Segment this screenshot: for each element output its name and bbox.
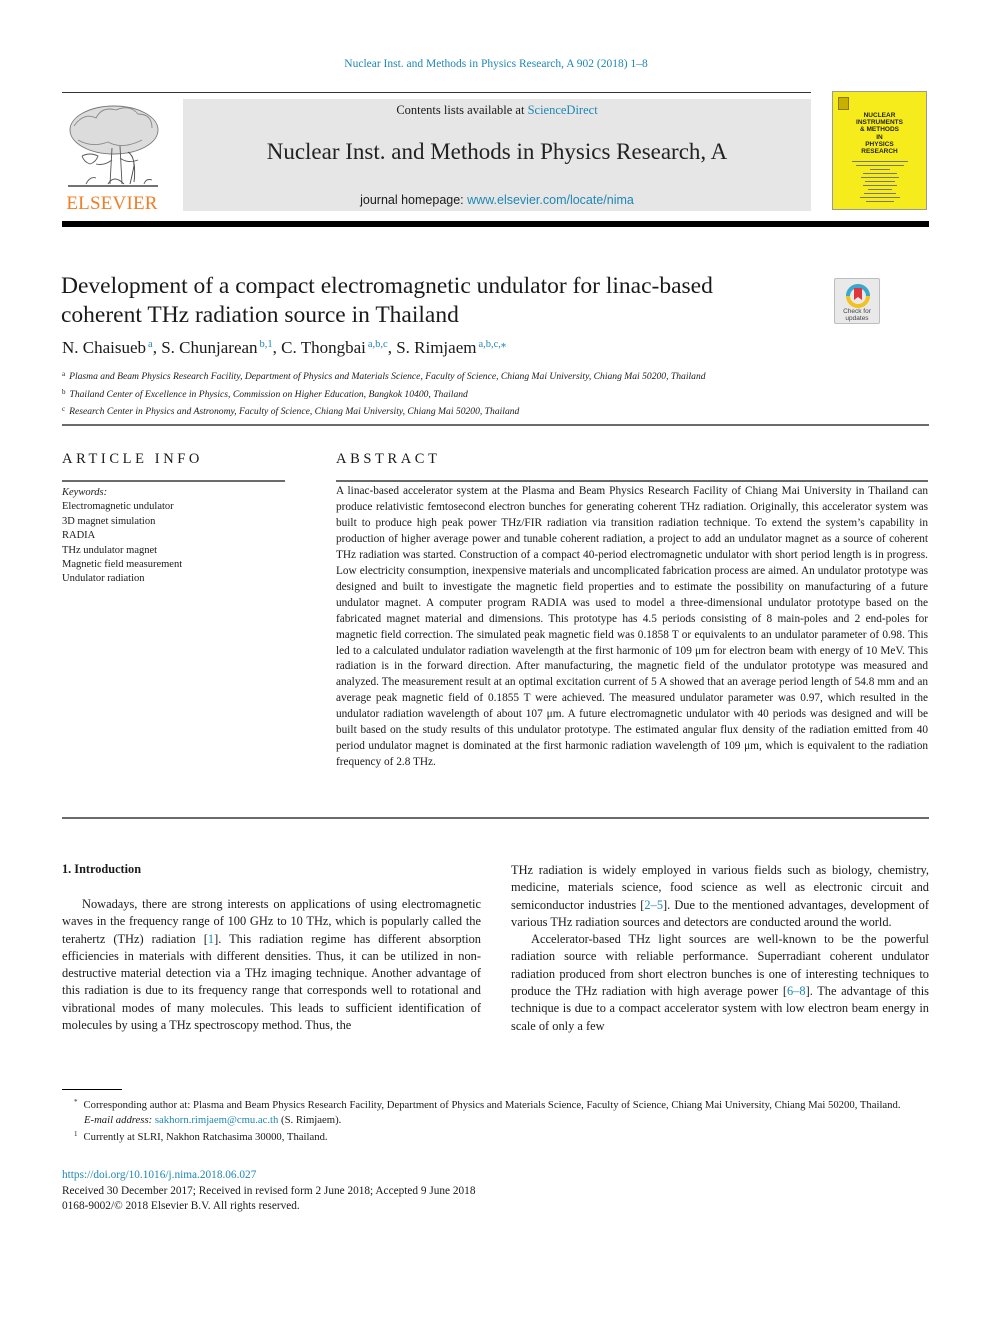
section-divider [62, 817, 929, 819]
cover-publisher-icon [838, 97, 849, 110]
email-note: E-mail address: sakhorn.rimjaem@cmu.ac.t… [62, 1113, 929, 1128]
contents-availability: Contents lists available at ScienceDirec… [183, 103, 811, 118]
cover-title: NUCLEAR INSTRUMENTS & METHODS IN PHYSICS… [833, 112, 926, 155]
abstract-text: A linac-based accelerator system at the … [336, 485, 928, 769]
cover-title-line: INSTRUMENTS [856, 119, 903, 127]
keyword-item: THz undulator magnet [62, 544, 158, 556]
copyright-notice: 0168-9002/© 2018 Elsevier B.V. All right… [62, 1200, 300, 1213]
check-for-updates-line: updates [845, 315, 869, 322]
keyword-item: Undulator radiation [62, 573, 145, 585]
keywords-list: Keywords: Electromagnetic undulator 3D m… [62, 486, 182, 587]
footnote-1: 1 Currently at SLRI, Nakhon Ratchasima 30… [62, 1127, 929, 1145]
citation-link[interactable]: 2–5 [644, 898, 663, 912]
check-for-updates-label: Check for updates [835, 308, 879, 322]
affiliation-item: a Plasma and Beam Physics Research Facili… [62, 367, 706, 385]
masthead-top-rule [62, 92, 811, 93]
author-separator: , [272, 338, 282, 357]
body-column-right: THz radiation is widely employed in vari… [511, 862, 929, 1035]
email-link[interactable]: sakhorn.rimjaem@cmu.ac.th [155, 1114, 279, 1126]
corresponding-author-note: * Corresponding author at: Plasma and Bea… [62, 1095, 929, 1113]
affiliation-text: Research Center in Physics and Astronomy… [69, 406, 520, 417]
author-affiliation-ref[interactable]: a,b,c,⁎ [478, 339, 506, 350]
doi-link[interactable]: https://doi.org/10.1016/j.nima.2018.06.0… [62, 1169, 256, 1181]
affiliation-key: a [62, 370, 66, 378]
footnote-mark: * [74, 1098, 78, 1106]
author-separator: , [152, 338, 162, 357]
citation-link[interactable]: 6–8 [787, 984, 806, 998]
affiliation-item: b Thailand Center of Excellence in Physic… [62, 385, 706, 403]
email-label: E-mail address: [84, 1113, 155, 1126]
cover-text-lines [851, 158, 909, 205]
section-heading-introduction: 1. Introduction [62, 862, 142, 876]
affiliation-text: Thailand Center of Excellence in Physics… [69, 388, 468, 400]
homepage-link[interactable]: www.elsevier.com/locate/nima [467, 193, 634, 207]
affiliation-item: c Research Center in Physics and Astronom… [62, 402, 706, 420]
body-paragraph: Accelerator-based THz light sources are … [511, 931, 929, 1035]
masthead-bottom-rule [62, 221, 929, 227]
cover-title-line: & METHODS [860, 126, 899, 134]
sciencedirect-link[interactable]: ScienceDirect [528, 103, 598, 117]
body-paragraph: THz radiation is widely employed in vari… [511, 862, 929, 931]
author-affiliation-ref[interactable]: b,1 [260, 339, 273, 350]
footnote-text: Corresponding author at: Plasma and Beam… [83, 1099, 901, 1111]
author-list: N. Chaisueb a, S. Chunjarean b,1, C. Thong… [62, 338, 506, 358]
article-info-heading: ARTICLE INFO [62, 451, 204, 467]
crossmark-icon [846, 284, 870, 308]
footnote-text: Currently at SLRI, Nakhon Ratchasima 300… [83, 1131, 328, 1144]
affiliation-key: b [62, 387, 66, 396]
author-affiliation-ref[interactable]: a,b,c [368, 339, 388, 350]
journal-homepage: journal homepage: www.elsevier.com/locat… [183, 193, 811, 207]
author-name[interactable]: N. Chaisueb [62, 338, 146, 357]
contents-prefix: Contents lists available at [396, 103, 528, 117]
body-column-left: Nowadays, there are strong interests on … [62, 896, 481, 1034]
keyword-item: Electromagnetic undulator [62, 501, 174, 513]
running-header[interactable]: Nuclear Inst. and Methods in Physics Res… [0, 58, 992, 70]
article-info-rule [62, 480, 285, 482]
affiliation-list: a Plasma and Beam Physics Research Facili… [62, 367, 706, 420]
keyword-item: Magnetic field measurement [62, 559, 183, 571]
cover-title-line: PHYSICS [865, 140, 894, 148]
abstract-rule [336, 480, 928, 482]
elsevier-logo[interactable]: ELSEVIER [62, 100, 162, 215]
keyword-item: RADIA [62, 530, 96, 542]
author-name[interactable]: S. Rimjaem [396, 338, 476, 357]
cover-title-line: IN [876, 133, 883, 141]
journal-cover-thumbnail[interactable]: NUCLEAR INSTRUMENTS & METHODS IN PHYSICS… [832, 91, 927, 210]
elsevier-wordmark: ELSEVIER [66, 193, 158, 214]
author-name[interactable]: C. Thongbai [281, 338, 366, 357]
cover-title-line: RESEARCH [861, 148, 898, 156]
publication-info: https://doi.org/10.1016/j.nima.2018.06.0… [62, 1168, 475, 1215]
article-title-line: Development of a compact electromagnetic… [61, 273, 713, 299]
email-suffix: (S. Rimjaem). [278, 1113, 342, 1126]
keywords-label: Keywords: [62, 487, 108, 498]
check-for-updates-line: Check for [843, 308, 871, 315]
journal-banner: Contents lists available at ScienceDirec… [183, 99, 811, 211]
cover-title-line: NUCLEAR [863, 112, 896, 119]
elsevier-tree-icon [68, 105, 159, 187]
publication-history: Received 30 December 2017; Received in r… [62, 1184, 476, 1197]
footnotes: * Corresponding author at: Plasma and Bea… [62, 1095, 929, 1145]
article-title: Development of a compact electromagnetic… [61, 272, 781, 330]
author-name[interactable]: S. Chunjarean [161, 338, 257, 357]
check-for-updates-button[interactable]: Check for updates [834, 278, 880, 324]
keyword-item: 3D magnet simulation [62, 515, 156, 527]
article-title-line: coherent THz radiation source in Thailan… [61, 302, 459, 328]
author-separator: , [387, 338, 397, 357]
section-divider [62, 424, 929, 426]
abstract-heading: ABSTRACT [336, 451, 441, 467]
body-text: ]. This radiation regime has different a… [62, 931, 482, 1033]
homepage-prefix: journal homepage: [360, 193, 468, 207]
footnote-mark: 1 [74, 1130, 78, 1139]
affiliation-text: Plasma and Beam Physics Research Facilit… [69, 371, 706, 382]
journal-name: Nuclear Inst. and Methods in Physics Res… [266, 139, 728, 164]
footnote-rule [62, 1089, 122, 1090]
affiliation-key: c [62, 405, 66, 413]
body-paragraph: Nowadays, there are strong interests on … [62, 896, 481, 1034]
